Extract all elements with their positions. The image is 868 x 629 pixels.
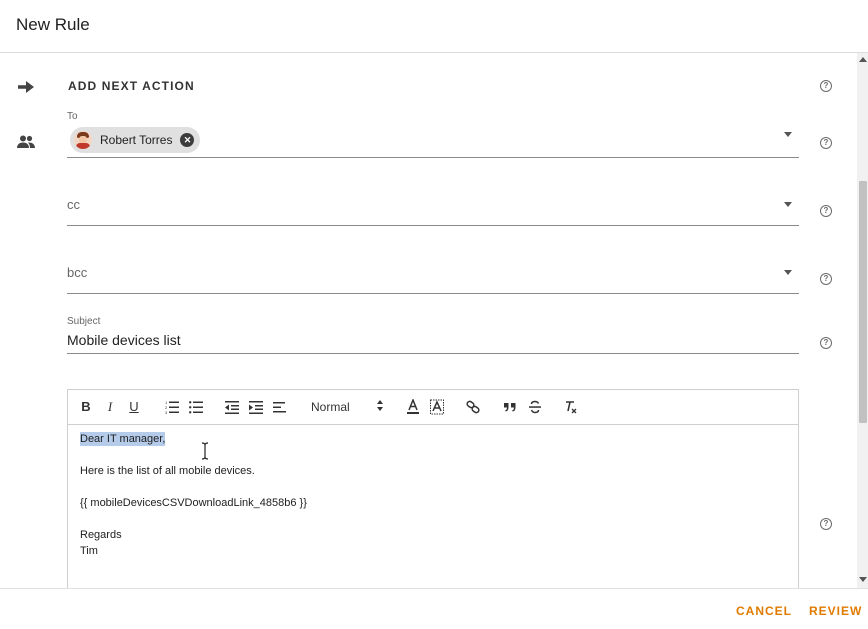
help-icon[interactable]: ? [820, 80, 832, 92]
review-button[interactable]: REVIEW [809, 604, 862, 618]
text-color-icon[interactable] [406, 399, 420, 415]
editor-line: Regards [80, 529, 122, 541]
recipient-name: Robert Torres [100, 133, 173, 147]
bullet-list-icon[interactable] [189, 399, 203, 415]
to-label: To [67, 111, 78, 122]
clear-format-icon[interactable] [564, 399, 578, 415]
svg-text:3: 3 [165, 410, 168, 415]
link-icon[interactable] [466, 399, 480, 415]
dialog-title: New Rule [16, 15, 90, 34]
cc-placeholder: cc [67, 197, 80, 212]
rule-form: ADD NEXT ACTION ? To Robert Torres ✕ ? c… [0, 53, 856, 588]
editor-line: Tim [80, 545, 98, 557]
subject-label: Subject [67, 316, 101, 327]
arrow-right-icon [18, 81, 34, 93]
align-left-icon[interactable] [273, 399, 287, 415]
message-editor[interactable]: B I U 1 2 3 Normal Dear IT manager, Here… [67, 389, 799, 588]
format-select[interactable]: Normal [311, 399, 353, 415]
background-color-icon[interactable] [430, 399, 444, 415]
bcc-field[interactable]: bcc [67, 241, 799, 294]
scrollbar-thumb[interactable] [859, 181, 867, 423]
subject-value[interactable]: Mobile devices list [67, 332, 181, 348]
selected-text: Dear IT manager, [80, 432, 166, 446]
scroll-down-icon[interactable] [859, 577, 867, 582]
text-cursor-icon [201, 442, 209, 460]
chevron-down-icon[interactable] [784, 270, 792, 275]
recipient-chip[interactable]: Robert Torres ✕ [70, 127, 201, 153]
scroll-up-icon[interactable] [859, 57, 867, 62]
close-circle-icon[interactable]: ✕ [180, 133, 195, 147]
help-icon[interactable]: ? [820, 273, 832, 285]
select-arrows-icon[interactable] [377, 400, 383, 412]
underline-button[interactable]: U [128, 399, 140, 415]
cc-field[interactable]: cc [67, 173, 799, 226]
strikethrough-icon[interactable] [528, 399, 542, 415]
avatar [74, 131, 92, 149]
editor-toolbar: B I U 1 2 3 Normal [68, 390, 798, 425]
to-field[interactable]: To Robert Torres ✕ [67, 107, 799, 158]
outdent-icon[interactable] [225, 399, 239, 415]
help-icon[interactable]: ? [820, 205, 832, 217]
italic-button[interactable]: I [105, 399, 115, 415]
cancel-button[interactable]: CANCEL [736, 604, 792, 618]
chevron-down-icon[interactable] [784, 132, 792, 137]
editor-line: Here is the list of all mobile devices. [80, 465, 255, 477]
help-icon[interactable]: ? [820, 137, 832, 149]
help-icon[interactable]: ? [820, 518, 832, 530]
help-icon[interactable]: ? [820, 337, 832, 349]
ordered-list-icon[interactable]: 1 2 3 [165, 399, 179, 415]
chevron-down-icon[interactable] [784, 202, 792, 207]
editor-line: {{ mobileDevicesCSVDownloadLink_4858b6 }… [80, 497, 307, 509]
vertical-scrollbar[interactable] [857, 53, 868, 588]
indent-icon[interactable] [249, 399, 263, 415]
people-icon [17, 135, 35, 148]
dialog-header: New Rule [0, 0, 868, 53]
blockquote-icon[interactable] [503, 399, 517, 415]
bold-button[interactable]: B [80, 399, 92, 415]
bcc-placeholder: bcc [67, 265, 88, 280]
section-title: ADD NEXT ACTION [68, 79, 195, 93]
editor-line: Dear IT manager, [80, 431, 166, 447]
dialog-footer: CANCEL REVIEW [0, 588, 868, 629]
subject-field[interactable]: Subject Mobile devices list [67, 313, 799, 354]
